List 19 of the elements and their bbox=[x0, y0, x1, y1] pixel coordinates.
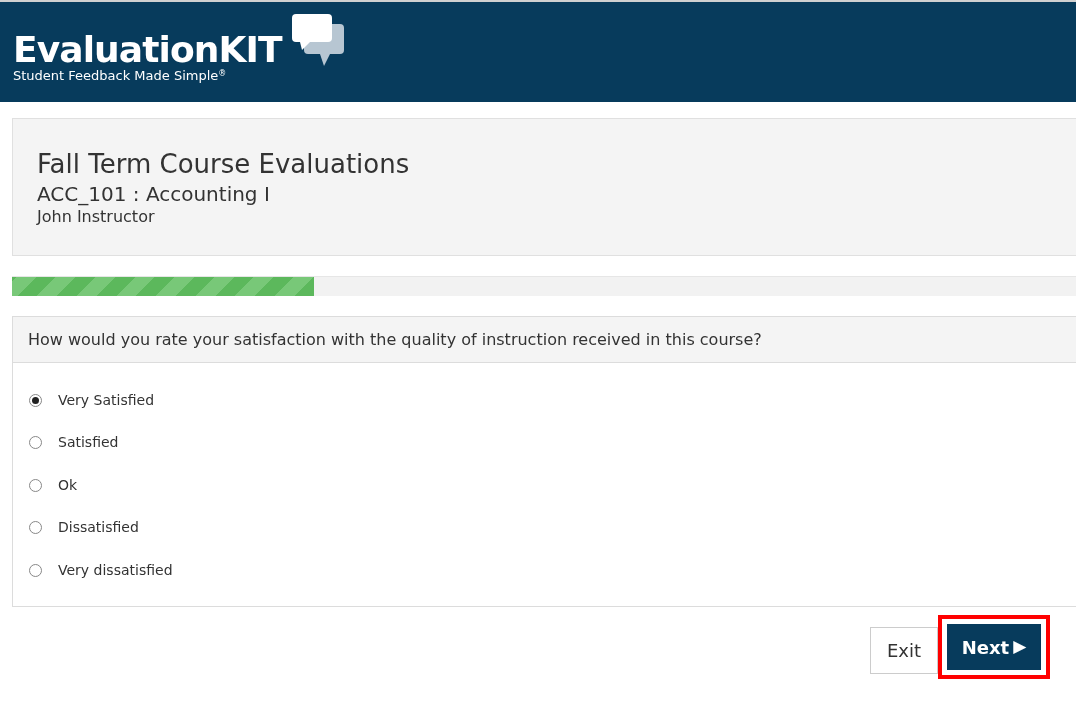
radio-button[interactable] bbox=[29, 478, 42, 492]
radio-button[interactable] bbox=[29, 436, 42, 450]
play-icon: ▶ bbox=[1013, 634, 1027, 660]
radio-button[interactable] bbox=[29, 563, 42, 577]
option-label: Very dissatisfied bbox=[58, 560, 173, 580]
question-text: How would you rate your satisfaction with the quality of instruction received in this course? bbox=[28, 328, 762, 351]
logo-text: EvaluationKIT bbox=[13, 28, 282, 70]
option-label: Satisfied bbox=[58, 433, 119, 453]
course-name: ACC_101 : Accounting I bbox=[37, 181, 271, 207]
radio-button[interactable] bbox=[29, 393, 42, 407]
option-label: Ok bbox=[58, 475, 78, 495]
option-label: Dissatisfied bbox=[58, 518, 139, 538]
tagline: Student Feedback Made Simple$^{®}$ bbox=[13, 68, 228, 84]
next-button[interactable]: Next ▶ bbox=[947, 624, 1041, 670]
radio-button[interactable] bbox=[29, 521, 42, 535]
exit-button[interactable]: Exit bbox=[869, 627, 938, 674]
instructor-name: John Instructor bbox=[37, 207, 156, 227]
evaluation-title: Fall Term Course Evaluations bbox=[37, 148, 411, 181]
option-label: Very Satisfied bbox=[58, 390, 155, 410]
